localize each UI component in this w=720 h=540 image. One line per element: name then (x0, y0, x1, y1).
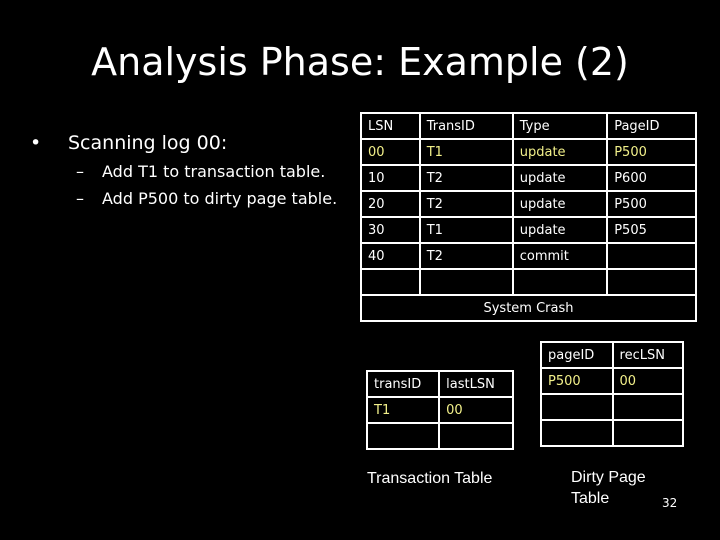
sub-bullet-text: Add T1 to transaction table. (102, 162, 326, 181)
header-cell: recLSN (611, 341, 685, 369)
bullet-item: • Scanning log 00: (30, 132, 340, 154)
caption-line: Table (571, 490, 610, 507)
page-number: 32 (662, 496, 678, 510)
cell: 00 (360, 138, 421, 166)
dpt-header-row: pageID recLSN (540, 341, 685, 369)
dirty-page-table: pageID recLSN P500 00 (540, 341, 685, 447)
empty-row (365, 422, 514, 450)
cell: T1 (418, 216, 514, 244)
cell: update (511, 190, 609, 218)
header-cell: pageID (540, 341, 614, 369)
log-row: 20 T2 update P500 (360, 190, 697, 218)
header-cell: transID (365, 370, 441, 398)
bullet-list: • Scanning log 00: – Add T1 to transacti… (30, 132, 340, 208)
transaction-table: transID lastLSN T1 00 (365, 370, 514, 450)
cell: 10 (360, 164, 421, 192)
sub-bullet: – Add P500 to dirty page table. (76, 189, 340, 208)
system-crash-label: System Crash (360, 294, 697, 322)
cell: commit (511, 242, 609, 270)
log-footer-row: System Crash (360, 294, 697, 322)
cell: 30 (360, 216, 421, 244)
log-row: 40 T2 commit (360, 242, 697, 270)
cell: T1 (418, 138, 514, 166)
log-row: 10 T2 update P600 (360, 164, 697, 192)
dash-icon: – (76, 189, 84, 208)
caption-line: Dirty Page (571, 469, 646, 486)
cell: T2 (418, 190, 514, 218)
cell: 20 (360, 190, 421, 218)
log-row: 30 T1 update P505 (360, 216, 697, 244)
cell: T2 (418, 164, 514, 192)
cell: T2 (418, 242, 514, 270)
sub-bullet-text: Add P500 to dirty page table. (102, 189, 338, 208)
cell: P600 (606, 164, 697, 192)
transaction-table-caption: Transaction Table (367, 470, 493, 487)
table-row: T1 00 (365, 396, 514, 424)
header-cell: TransID (418, 112, 514, 140)
cell: P505 (606, 216, 697, 244)
log-empty-row (360, 268, 697, 296)
dash-icon: – (76, 162, 84, 181)
empty-row (540, 419, 685, 447)
header-cell: Type (511, 112, 609, 140)
log-table: LSN TransID Type PageID 00 T1 update P500 10… (360, 112, 697, 322)
cell: P500 (606, 190, 697, 218)
cell (606, 242, 697, 270)
bullet-text: Scanning log 00: (68, 132, 228, 154)
cell: P500 (540, 367, 614, 395)
log-row: 00 T1 update P500 (360, 138, 697, 166)
header-cell: LSN (360, 112, 421, 140)
cell: 40 (360, 242, 421, 270)
cell: 00 (611, 367, 685, 395)
header-cell: lastLSN (438, 370, 514, 398)
cell: T1 (365, 396, 441, 424)
bullet-dot-icon: • (30, 132, 42, 154)
header-cell: PageID (606, 112, 697, 140)
cell: update (511, 164, 609, 192)
cell: update (511, 138, 609, 166)
tt-header-row: transID lastLSN (365, 370, 514, 398)
dirty-page-table-caption: Dirty Page Table (571, 467, 646, 509)
table-row: P500 00 (540, 367, 685, 395)
slide-title: Analysis Phase: Example (2) (91, 40, 629, 84)
cell: update (511, 216, 609, 244)
cell: P500 (606, 138, 697, 166)
empty-row (540, 393, 685, 421)
log-header-row: LSN TransID Type PageID (360, 112, 697, 140)
sub-bullet: – Add T1 to transaction table. (76, 162, 340, 181)
cell: 00 (438, 396, 514, 424)
